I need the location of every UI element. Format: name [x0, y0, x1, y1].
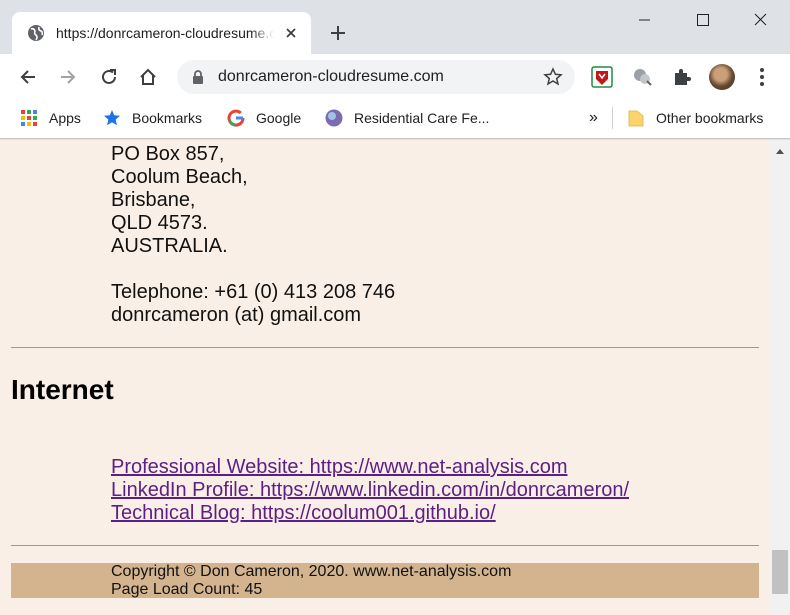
forward-button[interactable] — [53, 62, 83, 92]
residential-care-icon — [325, 109, 343, 127]
contact-block: PO Box 857, Coolum Beach, Brisbane, QLD … — [111, 143, 395, 327]
bookmark-bookmarks[interactable]: Bookmarks — [103, 107, 202, 129]
bookmarks-overflow-button[interactable]: » — [589, 107, 598, 129]
apps-grid-icon — [21, 110, 37, 126]
folder-icon — [628, 110, 644, 127]
reload-button[interactable] — [94, 62, 124, 92]
bookmark-other-label: Other bookmarks — [656, 110, 764, 126]
home-button[interactable] — [133, 62, 163, 92]
internet-heading: Internet — [11, 374, 114, 405]
scroll-up-arrow-icon[interactable] — [770, 140, 790, 162]
cloud-search-icon — [634, 69, 652, 86]
back-arrow-icon — [20, 70, 35, 84]
address-line: QLD 4573. — [111, 212, 208, 234]
address-bar[interactable]: donrcameron-cloudresume.com — [177, 60, 575, 94]
tab-close-icon[interactable] — [283, 25, 299, 41]
new-tab-plus-icon[interactable] — [326, 21, 350, 45]
maximize-window-icon[interactable] — [680, 0, 725, 38]
copyright-text: Copyright © Don Cameron, 2020. www.net-a… — [111, 563, 512, 580]
globe-icon — [28, 25, 44, 41]
browser-tab[interactable]: https://donrcameron-cloudresume.com — [12, 12, 311, 54]
page-footer: Copyright © Don Cameron, 2020. www.net-a… — [11, 563, 759, 598]
linkedin-profile-link[interactable]: LinkedIn Profile: https://www.linkedin.c… — [111, 479, 629, 502]
vertical-scrollbar[interactable] — [770, 140, 790, 615]
more-menu-icon[interactable] — [752, 65, 772, 89]
browser-toolbar: donrcameron-cloudresume.com — [0, 54, 790, 100]
tab-title: https://donrcameron-cloudresume.com — [56, 24, 274, 42]
extension-cloud[interactable] — [630, 65, 654, 89]
page-viewport: PO Box 857, Coolum Beach, Brisbane, QLD … — [0, 140, 770, 615]
mcafee-shield-icon — [591, 66, 613, 88]
footer-divider — [11, 545, 759, 546]
bookmark-bookmarks-label: Bookmarks — [132, 110, 203, 126]
close-window-icon[interactable] — [738, 0, 783, 38]
bookmark-star-icon[interactable] — [543, 67, 563, 87]
telephone-text: Telephone: +61 (0) 413 208 746 — [111, 281, 396, 303]
minimize-window-icon[interactable] — [622, 0, 667, 38]
address-line: Brisbane, — [111, 189, 196, 211]
back-button[interactable] — [13, 62, 43, 92]
home-icon — [140, 68, 156, 85]
puzzle-piece-icon — [675, 69, 691, 85]
bookmark-apps-label: Apps — [49, 110, 81, 126]
reload-icon — [102, 69, 116, 84]
address-line: AUSTRALIA. — [111, 235, 228, 257]
bookmark-residential-care[interactable]: Residential Care Fe... — [325, 107, 489, 129]
bookmark-other-bookmarks[interactable]: Other bookmarks — [627, 107, 763, 129]
bookmark-apps[interactable]: Apps — [20, 107, 81, 129]
forward-arrow-icon — [61, 70, 76, 84]
bookmark-residential-care-label: Residential Care Fe... — [354, 110, 490, 126]
bookmarks-overflow-label: » — [589, 109, 598, 126]
scrollbar-thumb[interactable] — [772, 550, 788, 594]
technical-blog-link[interactable]: Technical Blog: https://coolum001.github… — [111, 502, 629, 525]
professional-website-link[interactable]: Professional Website: https://www.net-an… — [111, 456, 629, 479]
tab-strip: https://donrcameron-cloudresume.com — [0, 0, 790, 54]
bookmarks-bar: Apps Bookmarks Google Residential Care F… — [0, 100, 790, 139]
bookmark-google[interactable]: Google — [227, 107, 301, 129]
links-list: Professional Website: https://www.net-an… — [111, 456, 629, 525]
profile-avatar[interactable] — [709, 64, 735, 90]
bookmark-google-label: Google — [256, 110, 302, 126]
email-text: donrcameron (at) gmail.com — [111, 304, 362, 326]
section-divider — [11, 347, 759, 348]
address-line: Coolum Beach, — [111, 166, 248, 188]
extension-mcafee[interactable] — [590, 65, 614, 89]
address-line: PO Box 857, — [111, 143, 225, 165]
page-load-count: Page Load Count: 45 — [111, 581, 263, 598]
url-text: donrcameron-cloudresume.com — [218, 68, 444, 85]
google-g-icon — [227, 109, 245, 127]
bookmarks-divider — [612, 107, 613, 129]
lock-icon[interactable] — [191, 69, 205, 85]
blue-star-icon — [104, 110, 120, 126]
extensions-button[interactable] — [670, 65, 694, 89]
